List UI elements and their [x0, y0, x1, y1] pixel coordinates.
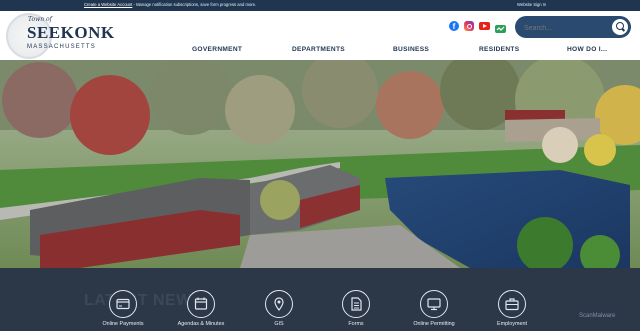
quick-link-label: Online Payments [102, 321, 144, 327]
sign-in-link[interactable]: Website Sign In [517, 2, 546, 7]
quick-link-label: Agendas & Minutes [177, 321, 225, 327]
search-input[interactable] [522, 20, 610, 36]
quick-link-gis[interactable]: GIS [244, 290, 314, 327]
quick-link-online-permitting[interactable]: Online Permitting [399, 290, 469, 327]
town-logo[interactable]: Town of SEEKONK MASSACHUSETTS [6, 13, 114, 59]
facebook-icon[interactable]: f [449, 21, 459, 31]
twitter-icon[interactable] [495, 21, 506, 33]
top-utility-bar: Create a Website Account - Manage notifi… [0, 0, 640, 11]
hero-image [0, 60, 640, 268]
nav-residents[interactable]: RESIDENTS [479, 46, 519, 53]
account-message: Create a Website Account - Manage notifi… [84, 2, 256, 7]
briefcase-icon [498, 290, 526, 318]
payment-card-icon [109, 290, 137, 318]
nav-how-do-i[interactable]: HOW DO I... [567, 46, 607, 53]
watermark: ScanMalware [579, 313, 616, 319]
account-message-text: - Manage notification subscriptions, sav… [132, 2, 257, 7]
nav-business[interactable]: BUSINESS [393, 46, 429, 53]
quick-link-label: Employment [497, 321, 527, 327]
logo-town-name: SEEKONK [27, 23, 115, 42]
site-header: Town of SEEKONK MASSACHUSETTS f GOVERNME… [0, 11, 640, 60]
search-button[interactable] [612, 19, 628, 35]
search-bar[interactable] [515, 16, 631, 38]
quick-link-forms[interactable]: Forms [321, 290, 391, 327]
calendar-icon [187, 290, 215, 318]
logo-state: MASSACHUSETTS [27, 44, 96, 50]
nav-departments[interactable]: DEPARTMENTS [292, 46, 345, 53]
quick-link-agendas-minutes[interactable]: Agendas & Minutes [166, 290, 236, 327]
map-pin-icon [265, 290, 293, 318]
youtube-icon[interactable] [479, 22, 490, 30]
monitor-icon [420, 290, 448, 318]
quick-link-employment[interactable]: Employment [477, 290, 547, 327]
logo-town-of: Town of [28, 16, 52, 23]
quick-links-section: LATEST NEWS Online Payments Agendas & Mi… [0, 268, 640, 331]
document-icon [342, 290, 370, 318]
quick-link-online-payments[interactable]: Online Payments [88, 290, 158, 327]
quick-link-label: Forms [348, 321, 364, 327]
instagram-icon[interactable] [464, 21, 474, 31]
quick-link-label: GIS [274, 321, 284, 327]
create-account-link[interactable]: Create a Website Account [84, 2, 132, 7]
nav-government[interactable]: GOVERNMENT [192, 46, 242, 53]
quick-link-label: Online Permitting [413, 321, 455, 327]
